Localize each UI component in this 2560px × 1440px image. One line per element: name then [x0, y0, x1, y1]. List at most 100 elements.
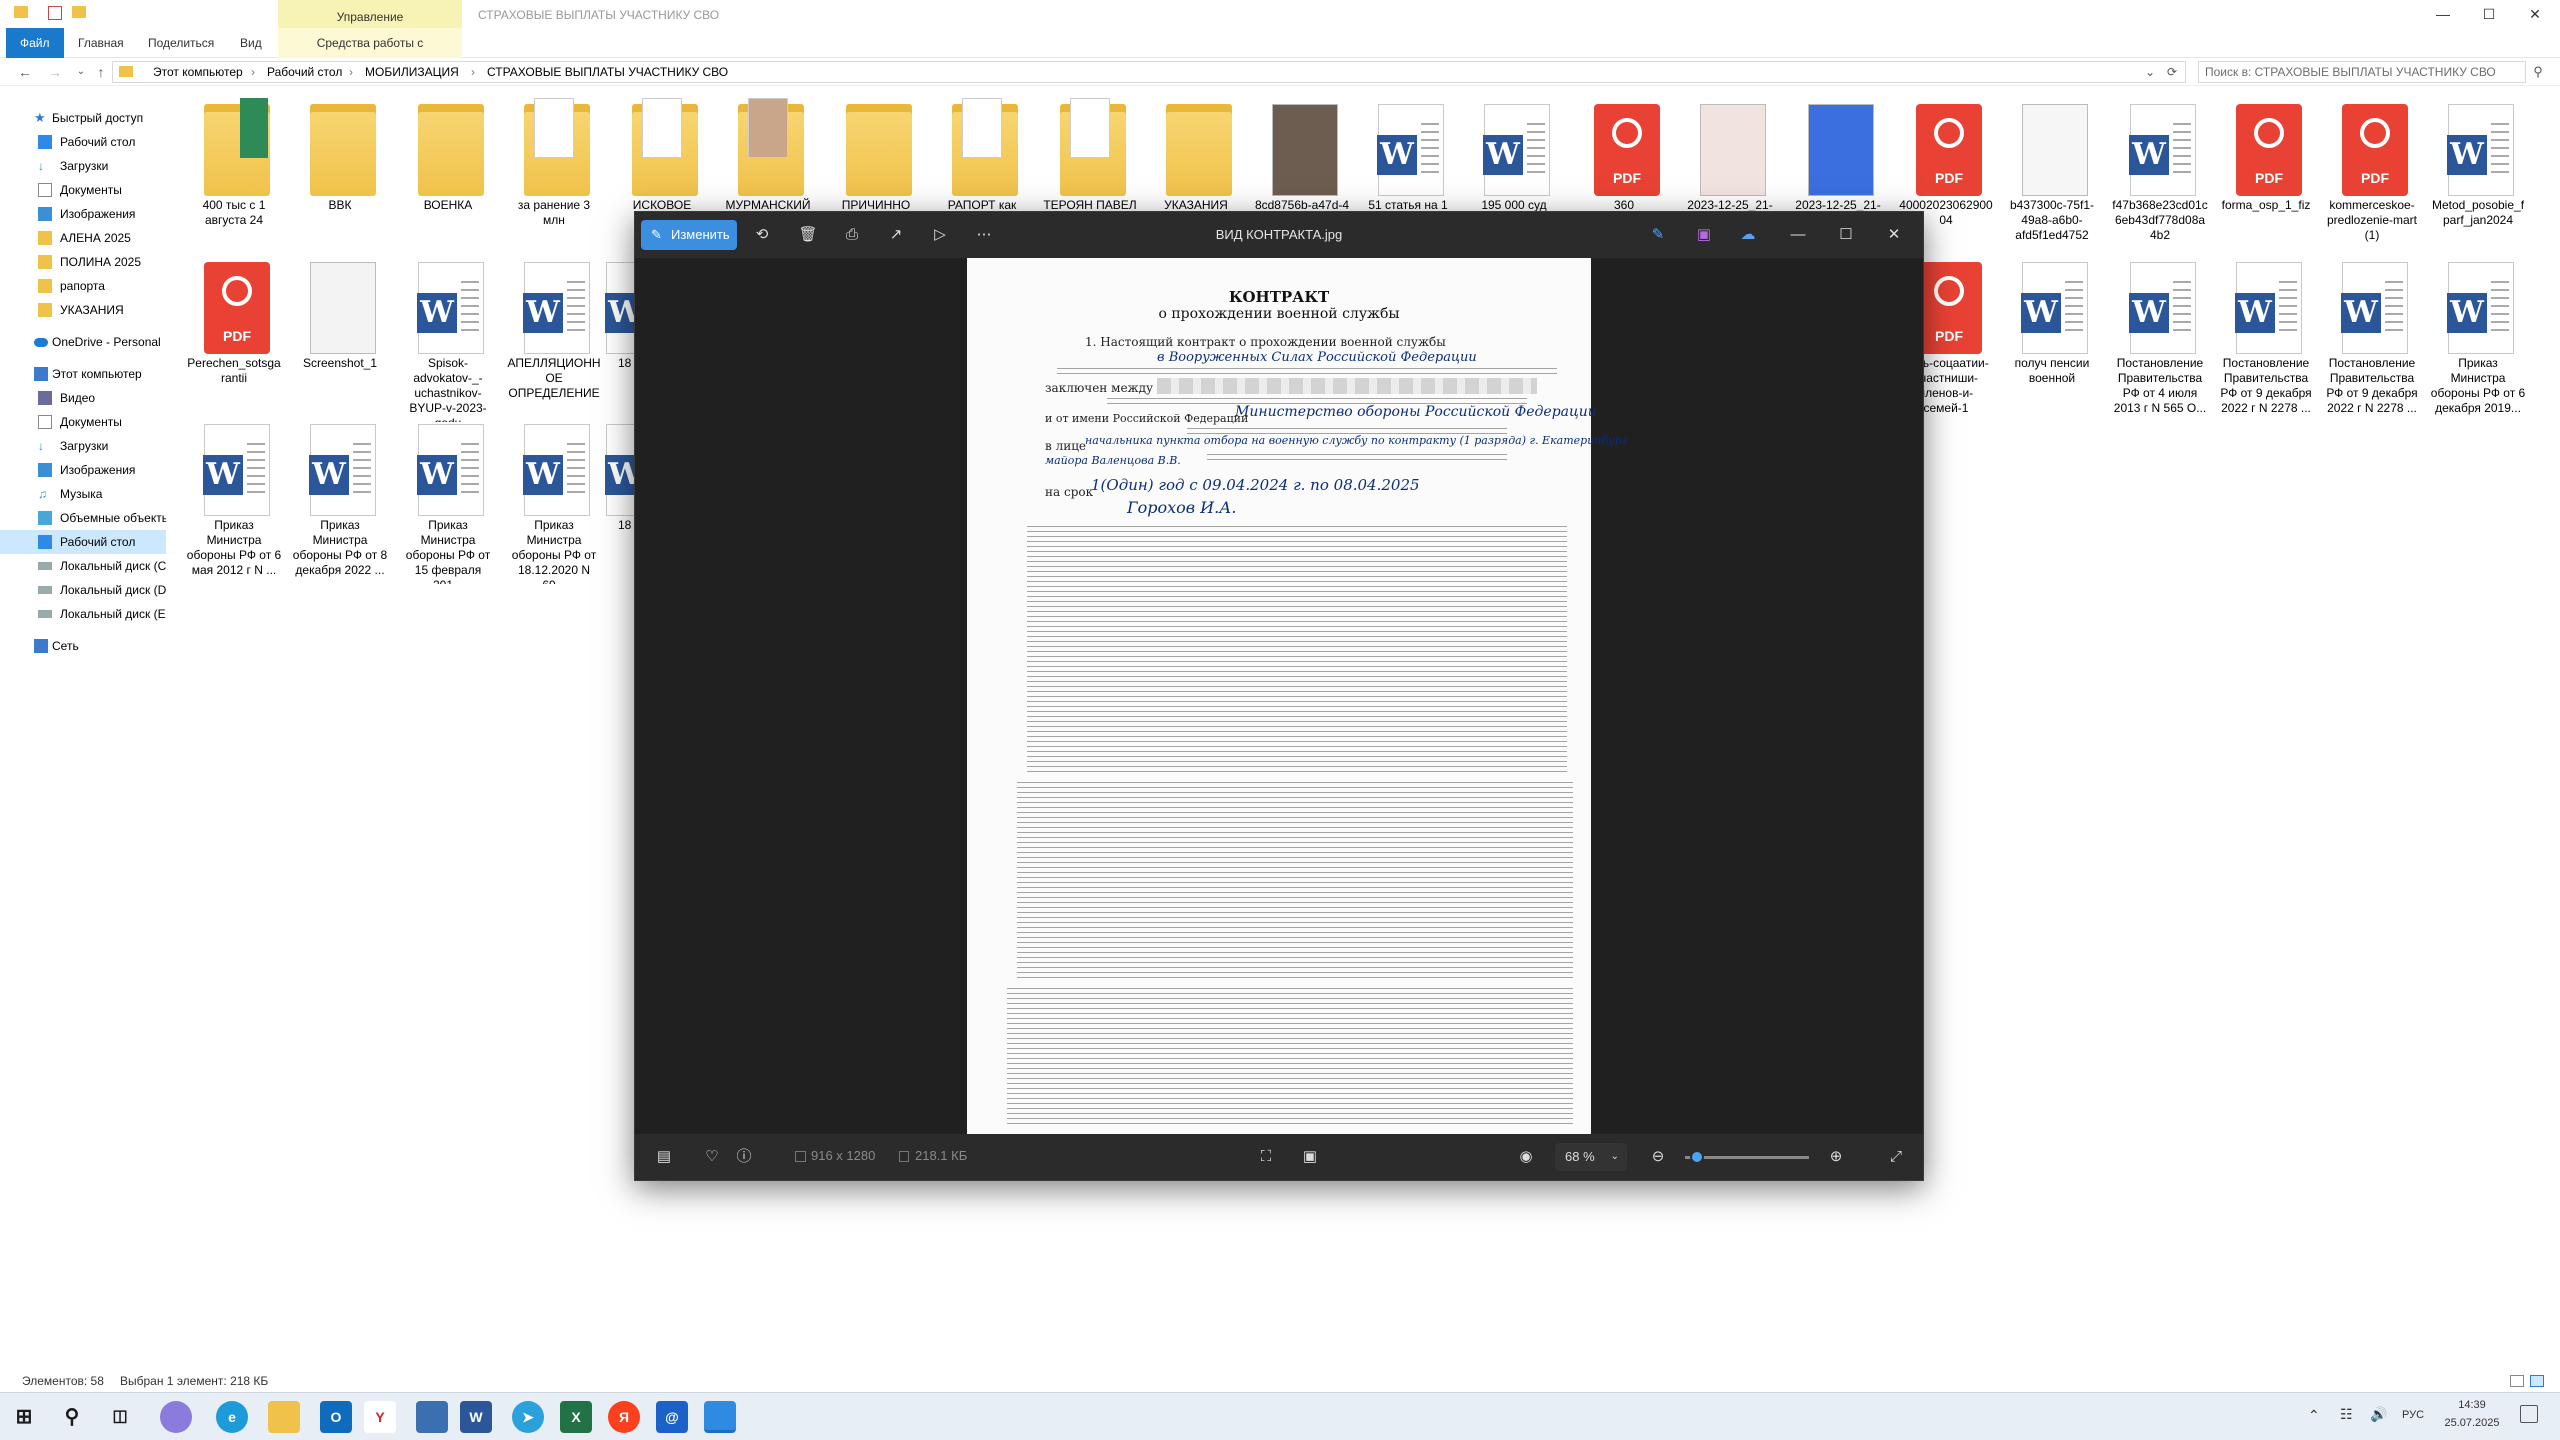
network-icon[interactable]: ☷	[2340, 1406, 2353, 1423]
crumb-desktop[interactable]: Рабочий стол	[267, 62, 342, 82]
nav-quick-access[interactable]: ★ Быстрый доступ	[0, 106, 166, 130]
zoom-dropdown[interactable]: 68 % ⌄	[1555, 1143, 1627, 1171]
history-chevron-icon[interactable]: ⌄	[2145, 62, 2155, 82]
nav-disk-e[interactable]: Локальный диск (E:)	[0, 602, 166, 626]
word-icon[interactable]: W	[460, 1401, 492, 1433]
nav-pc-desktop[interactable]: Рабочий стол	[0, 530, 166, 554]
fullscreen-icon[interactable]: ⤢	[1883, 1145, 1909, 1169]
scanner-icon[interactable]	[416, 1401, 448, 1433]
yandex-icon[interactable]: Я	[608, 1401, 640, 1433]
tab-home[interactable]: Главная	[64, 28, 138, 58]
context-tab-manage[interactable]: Управление	[278, 0, 462, 28]
file-item[interactable]: W АПЕЛЛЯЦИОННОЕ ОПРЕДЕЛЕНИЕ	[506, 262, 602, 422]
file-item[interactable]: W 18	[598, 262, 634, 422]
file-item[interactable]: за ранение 3 млн	[506, 98, 602, 264]
cortana-icon[interactable]	[160, 1401, 192, 1433]
file-item[interactable]: W Приказ Министра обороны РФ от 8 декабря…	[292, 424, 388, 584]
clock-date[interactable]: 25.07.2025	[2442, 1417, 2502, 1429]
nav-pc-downloads[interactable]: ↓ Загрузки	[0, 434, 166, 458]
nav-folder-raporta[interactable]: рапорта	[0, 274, 166, 298]
zoom-out-icon[interactable]: ⊖	[1645, 1145, 1671, 1169]
contract-document-image[interactable]: КОНТРАКТ о прохождении военной службы 1.…	[967, 258, 1627, 1134]
edit-with-paint-icon[interactable]: ✎	[1645, 223, 1671, 247]
minimize-icon[interactable]: —	[2420, 0, 2466, 28]
file-item[interactable]: Screenshot_1	[292, 262, 388, 422]
nav-pc-pictures[interactable]: Изображения	[0, 458, 166, 482]
file-item[interactable]: W Приказ Министра обороны РФ от 15 феврал…	[400, 424, 496, 584]
large-icons-view-icon[interactable]	[2530, 1375, 2544, 1387]
volume-icon[interactable]: 🔊	[2370, 1406, 2387, 1423]
cloud-sync-off-icon[interactable]: ☁	[1735, 223, 1761, 247]
nav-pictures[interactable]: Изображения	[0, 202, 166, 226]
fit-to-window-icon[interactable]: ⛶	[1253, 1145, 1279, 1169]
file-item[interactable]: b437300c-75f1-49a8-a6b0-afd5f1ed4752	[2004, 104, 2100, 264]
start-icon[interactable]: ⊞	[8, 1401, 40, 1433]
info-icon[interactable]: ⓘ	[731, 1145, 757, 1169]
file-item[interactable]: PDF Perechen_sotsgarantii	[186, 262, 282, 422]
file-item[interactable]: W Metod_posobie_fparf_jan2024	[2430, 104, 2526, 264]
file-item[interactable]: ВВК	[292, 104, 388, 264]
crumb-current[interactable]: СТРАХОВЫЕ ВЫПЛАТЫ УЧАСТНИКУ СВО	[487, 62, 728, 82]
refresh-icon[interactable]: ⟳	[2167, 62, 2177, 82]
zoom-slider-thumb[interactable]	[1690, 1150, 1705, 1164]
file-item[interactable]: Wполуч пенсии военной	[2004, 262, 2100, 422]
nav-desktop[interactable]: Рабочий стол	[0, 130, 166, 154]
nav-network[interactable]: Сеть	[0, 634, 166, 658]
file-item[interactable]: W Приказ Министра обороны РФ от 6 декабря…	[2430, 262, 2526, 422]
maximize-icon[interactable]: ☐	[1833, 223, 1859, 247]
photos-icon[interactable]	[704, 1401, 736, 1433]
file-item[interactable]: 400 тыс с 1 августа 24	[186, 98, 282, 264]
file-item[interactable]: W Приказ Министра обороны РФ от 6 мая 201…	[186, 424, 282, 584]
edge-icon[interactable]: e	[216, 1401, 248, 1433]
minimize-icon[interactable]: —	[1785, 223, 1811, 247]
mail-icon[interactable]: @	[656, 1401, 688, 1433]
nav-folder-polina[interactable]: ПОЛИНА 2025	[0, 250, 166, 274]
rotate-icon[interactable]: ⟲	[749, 223, 775, 247]
nav-disk-d[interactable]: Локальный диск (D:)	[0, 578, 166, 602]
properties-icon[interactable]	[48, 6, 62, 20]
crumb-mobilization[interactable]: МОБИЛИЗАЦИЯ	[365, 62, 459, 82]
file-item[interactable]: ВОЕНКА	[400, 104, 496, 264]
nav-pc-documents[interactable]: Документы	[0, 410, 166, 434]
share-icon[interactable]: ↗	[883, 223, 909, 247]
nav-3d-objects[interactable]: Объемные объекты	[0, 506, 166, 530]
slideshow-icon[interactable]: ▷	[927, 223, 953, 247]
zoom-in-icon[interactable]: ⊕	[1823, 1145, 1849, 1169]
file-item[interactable]: Wf47b368e23cd01c6eb43df778d08a4b2	[2112, 104, 2208, 264]
file-item[interactable]: W Постановление Правительства РФ от 9 дек…	[2324, 262, 2420, 422]
nav-folder-alena[interactable]: АЛЕНА 2025	[0, 226, 166, 250]
nav-downloads[interactable]: ↓ Загрузки	[0, 154, 166, 178]
excel-icon[interactable]: X	[560, 1401, 592, 1433]
more-options-icon[interactable]: ⋯	[971, 223, 997, 247]
delete-icon[interactable]: 🗑	[795, 223, 821, 247]
edit-button[interactable]: ✎ Изменить	[641, 220, 737, 250]
nav-disk-c[interactable]: Локальный диск (C:)	[0, 554, 166, 578]
nav-music[interactable]: ♫ Музыка	[0, 482, 166, 506]
tab-share[interactable]: Поделиться	[134, 28, 228, 58]
tab-view[interactable]: Вид	[226, 28, 276, 58]
recent-chevron-icon[interactable]: ⌄	[70, 62, 92, 82]
search-icon[interactable]: ⚲	[56, 1401, 88, 1433]
outlook-icon[interactable]: O	[320, 1401, 352, 1433]
nav-this-pc[interactable]: Этот компьютер	[0, 362, 166, 386]
file-explorer-icon[interactable]	[268, 1401, 300, 1433]
close-icon[interactable]: ✕	[2512, 0, 2558, 28]
new-folder-icon[interactable]	[72, 6, 86, 18]
crumb-this-pc[interactable]: Этот компьютер	[153, 62, 243, 82]
file-item[interactable]: PDF kommerceskoe-predlozenie-mart (1)	[2324, 104, 2420, 264]
nav-folder-ukazaniya[interactable]: УКАЗАНИЯ	[0, 298, 166, 322]
file-item[interactable]: W Постановление Правительства РФ от 9 дек…	[2218, 262, 2314, 422]
favorite-heart-icon[interactable]: ♡	[699, 1145, 725, 1169]
file-item[interactable]: W Spisok-advokatov-_-uchastnikov-BYUP-v-2…	[400, 262, 496, 422]
clock-time[interactable]: 14:39	[2442, 1399, 2502, 1411]
yandex-browser-icon[interactable]: Y	[364, 1401, 396, 1433]
nav-videos[interactable]: Видео	[0, 386, 166, 410]
search-input[interactable]: Поиск в: СТРАХОВЫЕ ВЫПЛАТЫ УЧАСТНИКУ СВО	[2198, 61, 2526, 83]
close-icon[interactable]: ✕	[1881, 223, 1907, 247]
file-item[interactable]: W 18	[598, 424, 634, 584]
file-item[interactable]: W Постановление Правительства РФ от 4 июл…	[2112, 262, 2208, 422]
language-indicator[interactable]: РУС	[2402, 1409, 2424, 1421]
show-hidden-icons[interactable]: ⌃	[2308, 1407, 2320, 1424]
file-item[interactable]: PDF forma_osp_1_fiz	[2218, 104, 2314, 264]
task-view-icon[interactable]: ◫	[104, 1401, 136, 1433]
